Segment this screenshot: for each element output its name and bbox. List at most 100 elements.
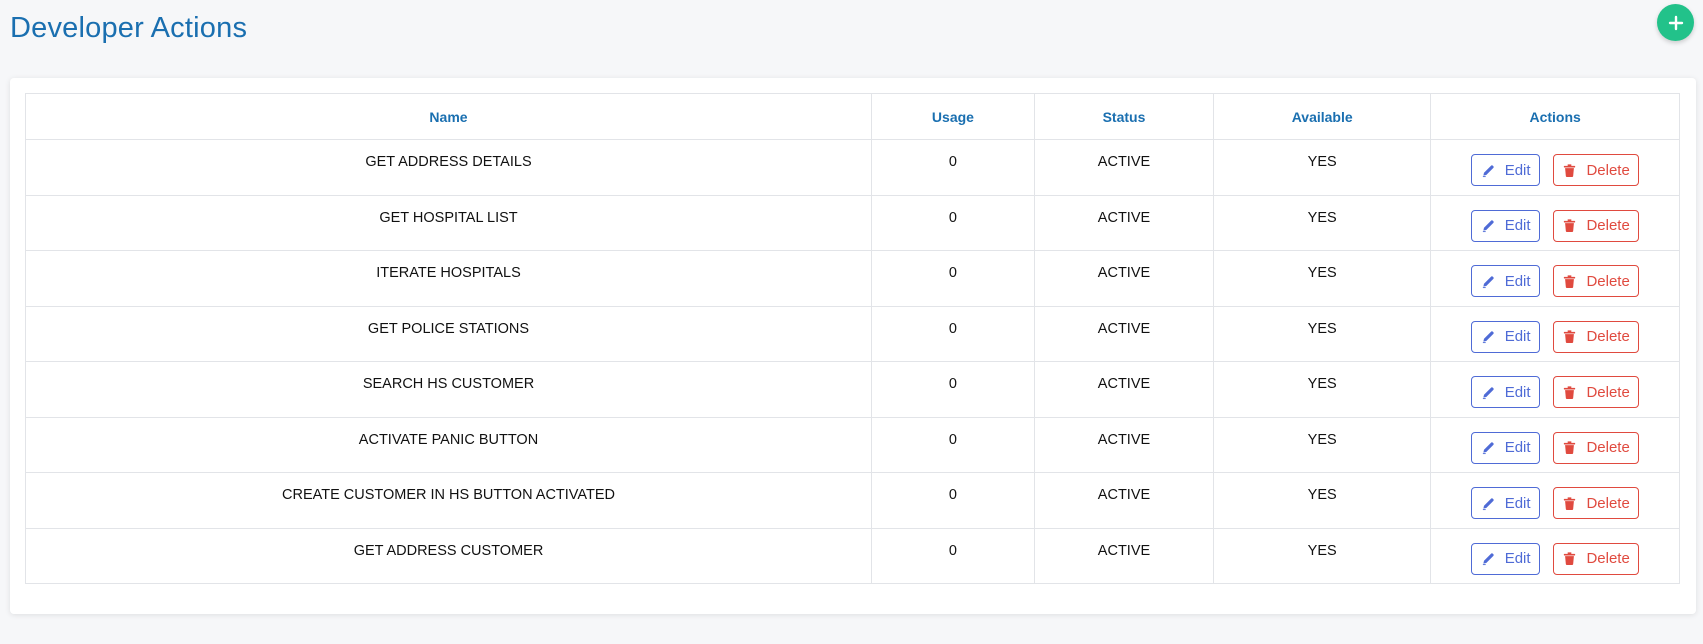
edit-label: Edit	[1504, 383, 1531, 401]
trash-icon	[1562, 218, 1577, 233]
action-status: ACTIVE	[1033, 361, 1215, 418]
action-name: ACTIVATE PANIC BUTTON	[25, 416, 872, 473]
pencil-icon	[1481, 440, 1496, 455]
action-name: GET ADDRESS DETAILS	[25, 139, 872, 196]
action-status: ACTIVE	[1033, 527, 1215, 584]
action-name: GET ADDRESS CUSTOMER	[25, 527, 872, 584]
table-body: GET ADDRESS DETAILS 0 ACTIVE YES Edit Delete G…	[25, 139, 1680, 584]
action-available: YES	[1213, 305, 1432, 362]
column-header-name[interactable]: Name	[25, 93, 872, 140]
delete-label: Delete	[1586, 383, 1630, 401]
action-usage: 0	[871, 527, 1035, 584]
edit-button[interactable]: Edit	[1471, 154, 1541, 186]
action-name: CREATE CUSTOMER IN HS BUTTON ACTIVATED	[25, 472, 872, 529]
action-available: YES	[1213, 527, 1432, 584]
edit-label: Edit	[1504, 439, 1531, 456]
action-buttons: Edit Delete	[1430, 416, 1680, 473]
table-row: GET ADDRESS DETAILS 0 ACTIVE YES Edit Delete	[25, 139, 1680, 196]
delete-label: Delete	[1586, 550, 1630, 567]
table-row: ACTIVATE PANIC BUTTON 0 ACTIVE YES Edit Delet…	[25, 416, 1680, 473]
action-available: YES	[1213, 250, 1432, 307]
action-name: ITERATE HOSPITALS	[25, 250, 872, 307]
edit-button[interactable]: Edit	[1471, 209, 1541, 242]
action-buttons: Edit Delete	[1430, 527, 1680, 584]
delete-button[interactable]: Delete	[1553, 431, 1640, 464]
column-header-actions: Actions	[1430, 93, 1680, 140]
pencil-icon	[1481, 551, 1496, 566]
trash-icon	[1562, 274, 1577, 289]
action-name: GET POLICE STATIONS	[25, 305, 872, 362]
edit-button[interactable]: Edit	[1471, 320, 1541, 353]
action-available: YES	[1213, 194, 1432, 251]
action-available: YES	[1213, 139, 1432, 196]
add-action-button[interactable]	[1657, 4, 1694, 41]
delete-button[interactable]: Delete	[1553, 320, 1640, 353]
pencil-icon	[1481, 218, 1496, 233]
action-usage: 0	[871, 361, 1035, 418]
edit-label: Edit	[1504, 550, 1531, 567]
delete-label: Delete	[1586, 328, 1630, 345]
edit-button[interactable]: Edit	[1471, 376, 1541, 408]
trash-icon	[1562, 385, 1577, 400]
action-available: YES	[1213, 416, 1432, 473]
delete-button[interactable]: Delete	[1553, 376, 1640, 408]
plus-icon	[1668, 15, 1684, 31]
trash-icon	[1562, 329, 1577, 344]
delete-button[interactable]: Delete	[1553, 154, 1640, 186]
delete-button[interactable]: Delete	[1553, 487, 1640, 519]
action-usage: 0	[871, 139, 1035, 196]
action-usage: 0	[871, 194, 1035, 251]
edit-button[interactable]: Edit	[1471, 487, 1541, 519]
edit-label: Edit	[1504, 217, 1531, 234]
trash-icon	[1562, 440, 1577, 455]
edit-button[interactable]: Edit	[1471, 265, 1541, 297]
pencil-icon	[1481, 385, 1496, 400]
action-usage: 0	[871, 416, 1035, 473]
delete-button[interactable]: Delete	[1553, 542, 1640, 575]
action-buttons: Edit Delete	[1430, 250, 1680, 307]
action-buttons: Edit Delete	[1430, 139, 1680, 196]
trash-icon	[1562, 496, 1577, 511]
action-buttons: Edit Delete	[1430, 472, 1680, 529]
action-usage: 0	[871, 472, 1035, 529]
action-status: ACTIVE	[1033, 472, 1215, 529]
edit-button[interactable]: Edit	[1471, 431, 1541, 464]
column-header-status[interactable]: Status	[1033, 93, 1215, 140]
table-row: SEARCH HS CUSTOMER 0 ACTIVE YES Edit Delete	[25, 361, 1680, 418]
page-header: Developer Actions	[0, 0, 1703, 78]
edit-label: Edit	[1504, 272, 1531, 290]
action-status: ACTIVE	[1033, 250, 1215, 307]
page-title: Developer Actions	[10, 12, 248, 44]
actions-card: Name Usage Status Available Actions GET …	[10, 78, 1696, 614]
delete-label: Delete	[1586, 161, 1630, 179]
table-row: GET POLICE STATIONS 0 ACTIVE YES Edit Delete	[25, 305, 1680, 362]
action-buttons: Edit Delete	[1430, 361, 1680, 418]
delete-label: Delete	[1586, 272, 1630, 290]
delete-label: Delete	[1586, 494, 1630, 512]
action-status: ACTIVE	[1033, 194, 1215, 251]
table-header-row: Name Usage Status Available Actions	[25, 93, 1680, 140]
action-usage: 0	[871, 250, 1035, 307]
action-usage: 0	[871, 305, 1035, 362]
delete-label: Delete	[1586, 217, 1630, 234]
edit-button[interactable]: Edit	[1471, 542, 1541, 575]
action-status: ACTIVE	[1033, 139, 1215, 196]
column-header-available[interactable]: Available	[1213, 93, 1432, 140]
table-row: ITERATE HOSPITALS 0 ACTIVE YES Edit Delete	[25, 250, 1680, 307]
action-buttons: Edit Delete	[1430, 305, 1680, 362]
action-status: ACTIVE	[1033, 416, 1215, 473]
delete-label: Delete	[1586, 439, 1630, 456]
pencil-icon	[1481, 274, 1496, 289]
action-status: ACTIVE	[1033, 305, 1215, 362]
edit-label: Edit	[1504, 328, 1531, 345]
table-row: GET ADDRESS CUSTOMER 0 ACTIVE YES Edit Delete	[25, 527, 1680, 584]
column-header-usage[interactable]: Usage	[871, 93, 1035, 140]
table-row: CREATE CUSTOMER IN HS BUTTON ACTIVATED 0 A…	[25, 472, 1680, 529]
trash-icon	[1562, 551, 1577, 566]
delete-button[interactable]: Delete	[1553, 265, 1640, 297]
action-available: YES	[1213, 361, 1432, 418]
delete-button[interactable]: Delete	[1553, 209, 1640, 242]
edit-label: Edit	[1504, 494, 1531, 512]
actions-table: Name Usage Status Available Actions GET …	[25, 93, 1680, 584]
pencil-icon	[1481, 329, 1496, 344]
